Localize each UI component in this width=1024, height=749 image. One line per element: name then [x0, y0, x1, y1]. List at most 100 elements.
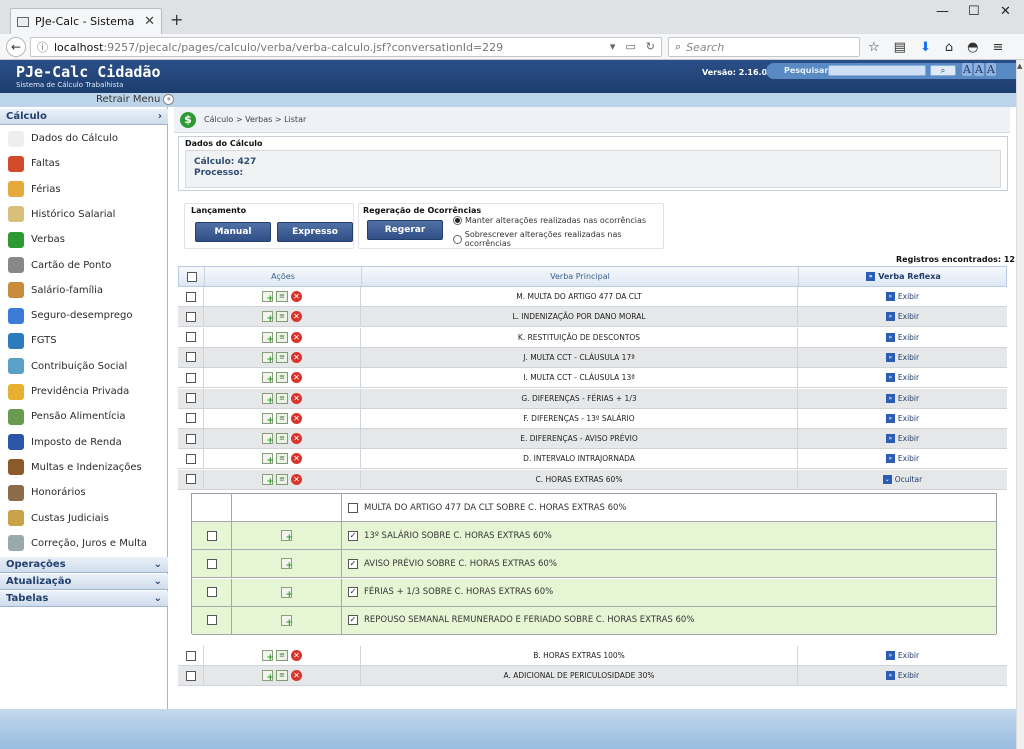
edit-icon[interactable]: ≡ [276, 291, 288, 302]
checkbox[interactable] [185, 413, 196, 424]
expresso-button[interactable]: Expresso [277, 222, 353, 242]
checkbox[interactable] [185, 453, 196, 464]
font-size-small-button[interactable]: A [962, 63, 972, 76]
checkbox[interactable] [185, 372, 196, 383]
home-icon[interactable]: ⌂ [945, 40, 953, 55]
checkbox[interactable] [185, 332, 196, 343]
sidebar-item-5[interactable]: Cartão de Ponto [0, 253, 168, 278]
row-select[interactable] [178, 666, 204, 686]
menu-icon[interactable]: ≡ [992, 40, 1003, 55]
row-select[interactable] [178, 449, 204, 469]
exibir-link[interactable]: » Exibir [798, 328, 1007, 347]
reflexa-select[interactable] [192, 578, 232, 606]
delete-icon[interactable]: ✕ [291, 311, 302, 323]
expand-all-icon[interactable]: » [866, 272, 876, 281]
sidebar-item-10[interactable]: Previdência Privada [0, 379, 168, 404]
regerar-button[interactable]: Regerar [367, 220, 443, 240]
add-icon[interactable] [262, 433, 274, 446]
delete-icon[interactable]: ✕ [291, 412, 302, 424]
checkbox[interactable] [185, 393, 196, 403]
delete-icon[interactable]: ✕ [291, 392, 302, 404]
header-search-input[interactable] [828, 65, 926, 76]
checkbox[interactable] [185, 474, 196, 485]
checkbox[interactable] [206, 615, 217, 626]
add-icon[interactable] [262, 372, 274, 385]
reflexa-item[interactable]: MULTA DO ARTIGO 477 DA CLT SOBRE C. HORA… [342, 494, 996, 521]
sidebar-section-tabelas[interactable]: Tabelas ⌄ [0, 591, 168, 607]
sidebar-item-8[interactable]: FGTS [0, 328, 168, 353]
bookmark-star-icon[interactable]: ☆ [868, 40, 880, 55]
edit-icon[interactable]: ≡ [276, 331, 288, 343]
sidebar-item-11[interactable]: Pensão Alimentícia [0, 404, 168, 429]
edit-icon[interactable]: ≡ [276, 412, 288, 424]
exibir-link[interactable]: » Exibir [798, 449, 1007, 468]
exibir-link[interactable]: » Exibir [798, 287, 1007, 306]
checkbox[interactable] [206, 587, 217, 598]
page-scrollbar[interactable]: ▲ [1016, 60, 1024, 749]
row-select[interactable] [178, 646, 204, 665]
add-icon[interactable] [262, 311, 274, 324]
window-close-icon[interactable]: ✕ [1000, 4, 1011, 19]
delete-icon[interactable]: ✕ [291, 670, 302, 682]
reflexa-select[interactable] [192, 522, 232, 550]
browser-tab[interactable]: PJe-Calc - Sistema de Cálculo ✕ [10, 8, 162, 34]
sidebar-item-9[interactable]: Contribuição Social [0, 354, 168, 379]
minimize-icon[interactable]: — [936, 4, 949, 19]
edit-icon[interactable]: ≡ [276, 433, 288, 445]
add-icon[interactable] [262, 412, 274, 426]
header-search-button[interactable]: ⌕ [930, 65, 956, 76]
delete-icon[interactable]: ✕ [291, 433, 302, 445]
reflexa-select[interactable] [192, 550, 232, 578]
edit-icon[interactable]: ≡ [276, 453, 288, 465]
sidebar-item-13[interactable]: Multas e Indenizações [0, 455, 168, 480]
checkbox[interactable] [206, 558, 217, 569]
clipboard-icon[interactable]: ▤ [894, 40, 906, 55]
ocultar-link[interactable]: ⌄ Ocultar [798, 470, 1007, 489]
header-select-all[interactable] [179, 267, 205, 286]
edit-icon[interactable]: ≡ [276, 351, 288, 363]
sidebar-section-atualizacao[interactable]: Atualização ⌄ [0, 574, 168, 590]
edit-icon[interactable]: ≡ [276, 311, 288, 323]
sidebar-item-3[interactable]: Histórico Salarial [0, 202, 168, 227]
sidebar-item-1[interactable]: Faltas [0, 151, 168, 176]
sidebar-item-0[interactable]: Dados do Cálculo [0, 126, 168, 151]
pocket-icon[interactable]: ◓ [967, 40, 978, 55]
delete-icon[interactable]: ✕ [291, 453, 302, 465]
download-icon[interactable]: ⬇ [920, 40, 931, 55]
edit-icon[interactable]: ≡ [276, 670, 288, 682]
exibir-link[interactable]: » Exibir [798, 429, 1007, 448]
sidebar-item-7[interactable]: Seguro-desemprego [0, 303, 168, 328]
checkbox[interactable] [206, 530, 217, 541]
delete-icon[interactable]: ✕ [291, 473, 302, 485]
add-icon[interactable] [281, 614, 293, 628]
back-icon[interactable]: ← [6, 37, 26, 57]
new-tab-icon[interactable]: + [170, 10, 183, 29]
reflexa-item[interactable]: ✓ FÉRIAS + 1/3 SOBRE C. HORAS EXTRAS 60% [342, 579, 996, 606]
delete-icon[interactable]: ✕ [291, 291, 302, 302]
sidebar-item-6[interactable]: Salário-família [0, 278, 168, 303]
delete-icon[interactable]: ✕ [291, 351, 302, 363]
maximize-icon[interactable]: ☐ [968, 4, 980, 19]
checkbox[interactable] [185, 650, 196, 661]
row-select[interactable] [178, 469, 204, 489]
manual-button[interactable]: Manual [195, 222, 271, 242]
font-size-medium-button[interactable]: A [973, 63, 984, 76]
edit-icon[interactable]: ≡ [276, 392, 288, 404]
row-select[interactable] [178, 327, 204, 347]
dropdown-icon[interactable]: ▾ [610, 40, 616, 53]
radio-sobrescrever[interactable]: Sobrescrever alterações realizadas nas o… [453, 230, 663, 248]
exibir-link[interactable]: » Exibir [798, 368, 1007, 387]
row-select[interactable] [178, 368, 204, 388]
checkbox[interactable] [185, 311, 196, 322]
exibir-link[interactable]: » Exibir [798, 389, 1007, 408]
reflexa-checkbox[interactable]: ✓ [348, 587, 358, 598]
add-icon[interactable] [262, 650, 274, 663]
add-icon[interactable] [262, 670, 274, 683]
delete-icon[interactable]: ✕ [291, 372, 302, 384]
reload-icon[interactable]: ↻ [646, 40, 655, 53]
row-select[interactable] [178, 388, 204, 408]
exibir-link[interactable]: » Exibir [798, 409, 1007, 428]
delete-icon[interactable]: ✕ [291, 650, 302, 661]
url-bar[interactable]: ⓘ localhost:9257/pjecalc/pages/calculo/v… [30, 37, 662, 57]
row-select[interactable] [178, 287, 204, 306]
